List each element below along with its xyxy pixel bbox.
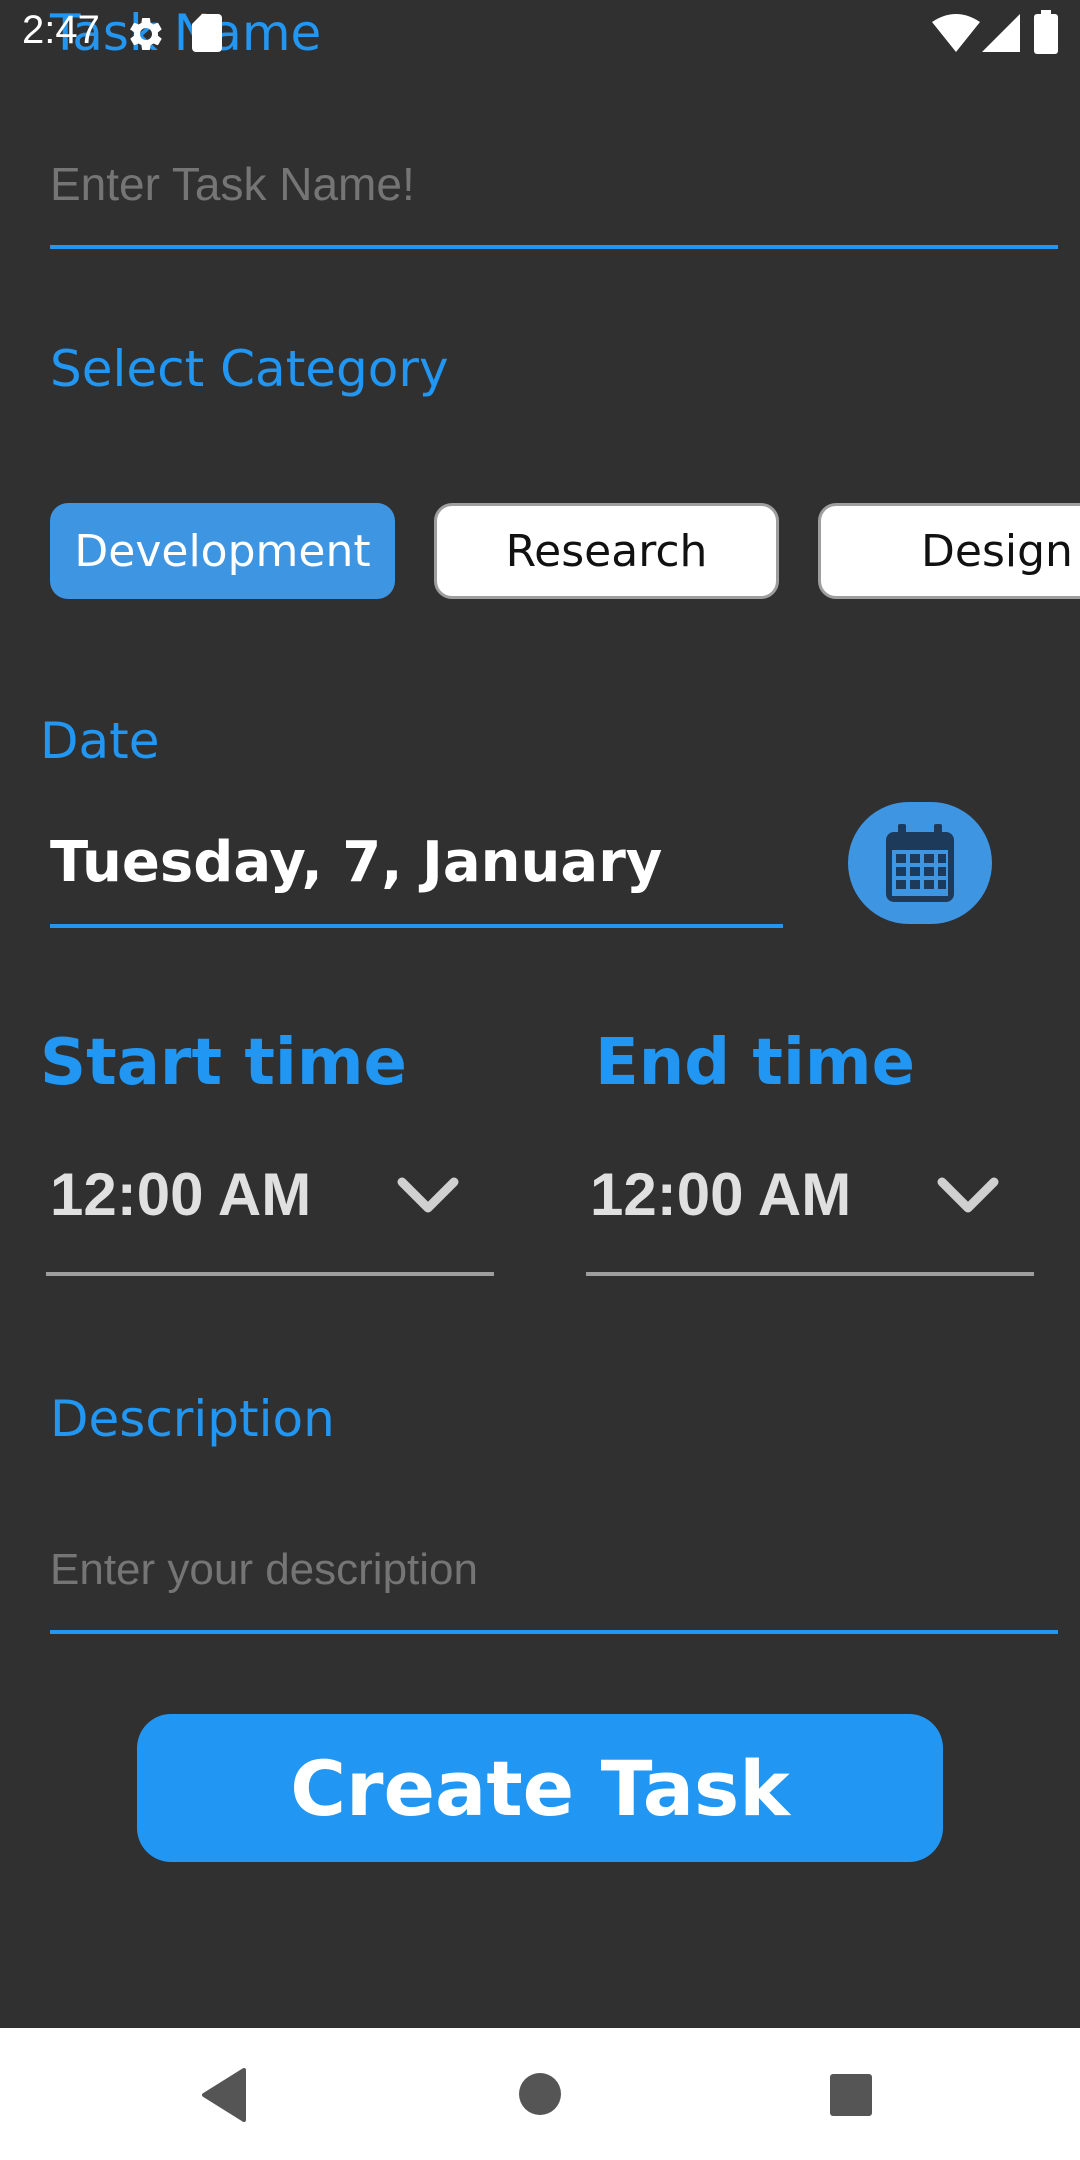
- recents-icon[interactable]: [830, 2074, 872, 2116]
- start-time-label: Start time: [40, 1026, 407, 1100]
- cellular-signal-icon: [982, 14, 1020, 52]
- category-chip-design[interactable]: Design: [818, 503, 1080, 599]
- sd-card-icon: [192, 14, 222, 52]
- category-chip-research[interactable]: Research: [434, 503, 779, 599]
- end-time-dropdown[interactable]: 12:00 AM: [586, 1150, 1034, 1260]
- start-time-value: 12:00 AM: [50, 1161, 312, 1228]
- start-time-dropdown[interactable]: 12:00 AM: [46, 1150, 494, 1260]
- back-icon[interactable]: [200, 2068, 248, 2122]
- date-underline: [50, 924, 783, 928]
- gear-icon: [126, 14, 166, 54]
- home-icon[interactable]: [518, 2072, 562, 2116]
- chevron-down-icon: [936, 1174, 1000, 1218]
- start-time-underline: [46, 1272, 494, 1276]
- date-value[interactable]: Tuesday, 7, January: [50, 830, 662, 895]
- end-time-underline: [586, 1272, 1034, 1276]
- date-label: Date: [40, 712, 160, 770]
- task-name-underline: [50, 245, 1058, 249]
- screen: 2:47 Task Name Select Category Developme…: [0, 0, 1080, 2160]
- end-time-label: End time: [595, 1026, 915, 1100]
- chevron-down-icon: [396, 1174, 460, 1218]
- status-time: 2:47: [22, 8, 100, 52]
- category-label: Select Category: [50, 340, 449, 398]
- category-chip-development[interactable]: Development: [50, 503, 395, 599]
- description-input[interactable]: [50, 1540, 1050, 1600]
- battery-icon: [1034, 10, 1058, 54]
- description-label: Description: [50, 1390, 335, 1448]
- wifi-icon: [932, 14, 980, 52]
- end-time-value: 12:00 AM: [590, 1161, 852, 1228]
- calendar-icon: [884, 824, 956, 904]
- calendar-button[interactable]: [848, 802, 992, 924]
- category-chip-design-label: Design: [921, 525, 1073, 577]
- navigation-bar: [0, 2028, 1080, 2160]
- create-task-button[interactable]: Create Task: [137, 1714, 943, 1862]
- task-name-input[interactable]: [50, 152, 1050, 216]
- description-underline: [50, 1630, 1058, 1634]
